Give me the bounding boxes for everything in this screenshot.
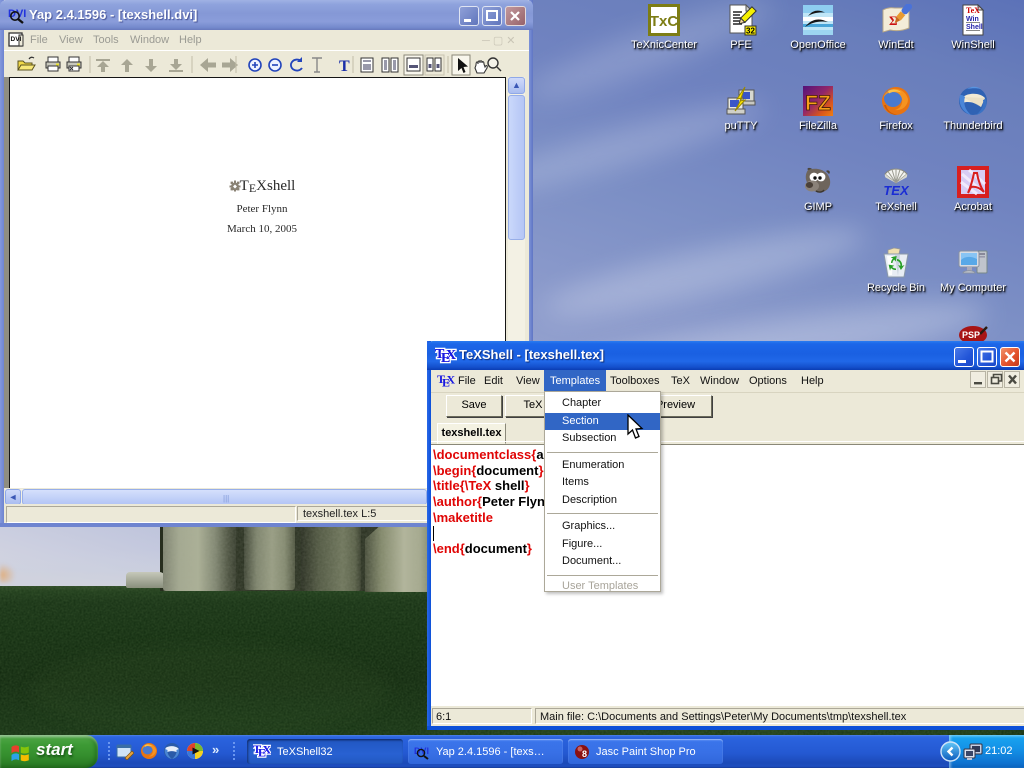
svg-text:PSP: PSP	[962, 330, 980, 340]
svg-text:TEX: TEX	[883, 183, 910, 198]
svg-text:TxC: TxC	[650, 13, 679, 30]
svg-text:T: T	[339, 58, 350, 75]
svg-text:X: X	[446, 348, 456, 363]
svg-text:DVI: DVI	[11, 36, 22, 43]
svg-text:Win: Win	[966, 16, 979, 23]
svg-text:X: X	[447, 373, 456, 387]
svg-text:DVI: DVI	[414, 746, 429, 756]
svg-text:32: 32	[746, 27, 755, 36]
svg-text:8: 8	[582, 749, 587, 759]
svg-text:TeX: TeX	[966, 6, 980, 15]
svg-text:FZ: FZ	[805, 92, 831, 115]
svg-text:Shell: Shell	[966, 24, 983, 31]
svg-text:X: X	[263, 743, 272, 757]
